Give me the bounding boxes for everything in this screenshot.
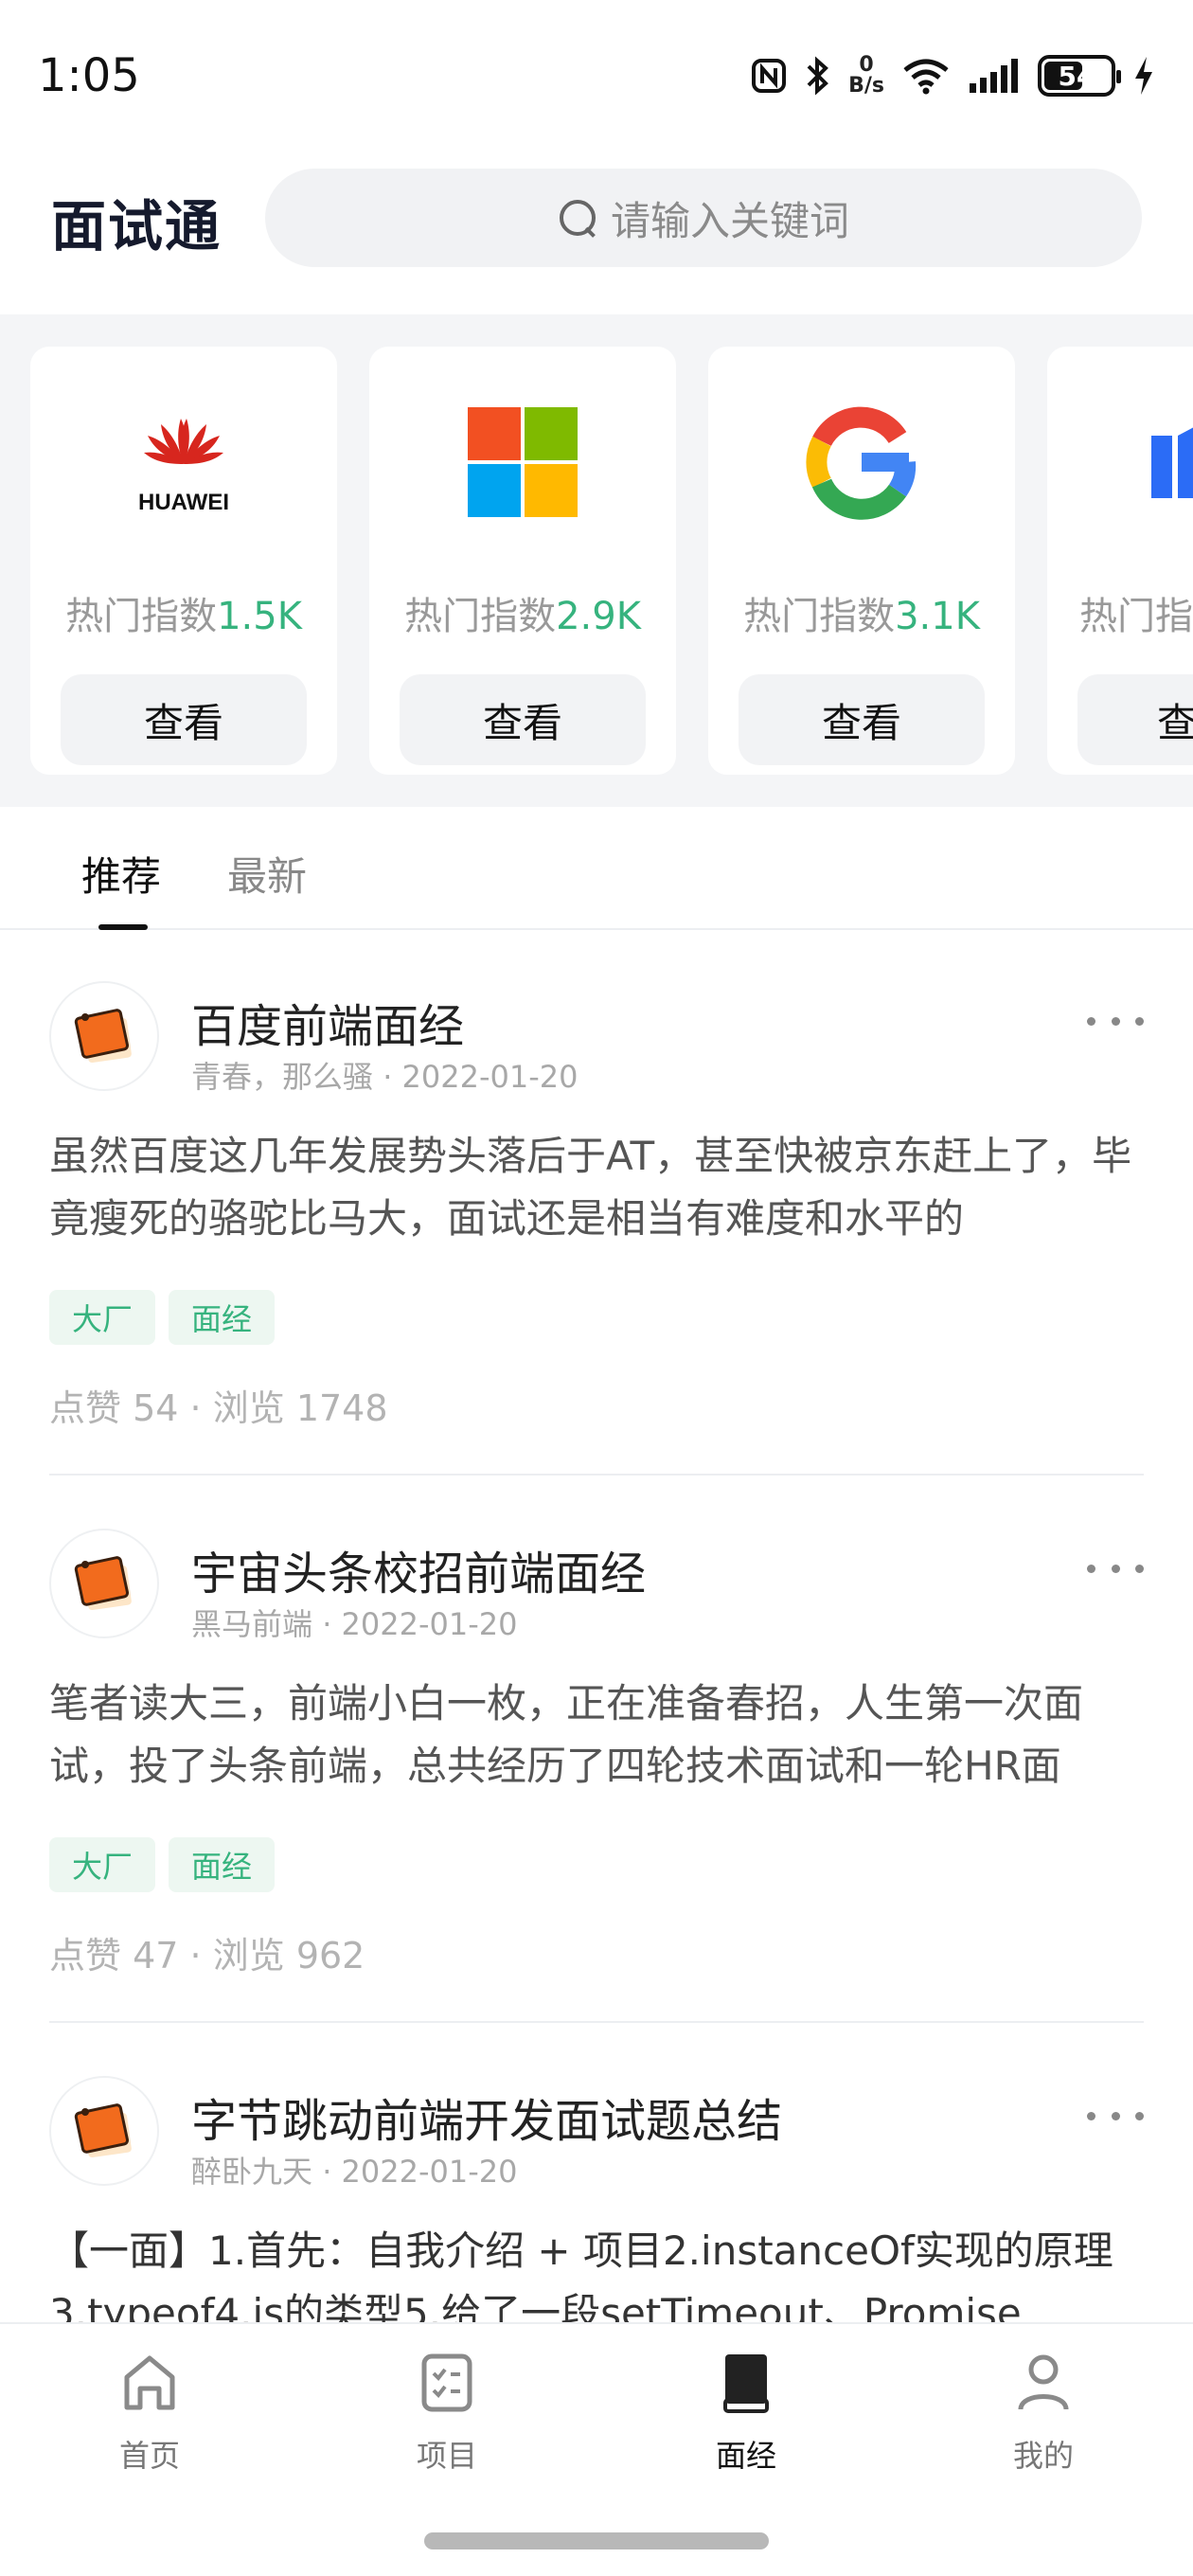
more-icon[interactable] — [1087, 1002, 1144, 1040]
company-card-microsoft[interactable]: 热门指数2.9K 查看 — [369, 347, 676, 775]
note-avatar-icon — [74, 1009, 132, 1064]
battery-percent: 54 — [1058, 60, 1095, 92]
checklist-icon — [421, 2353, 472, 2412]
signal-icon — [970, 59, 1018, 93]
search-input[interactable]: 请输入关键词 — [611, 189, 849, 247]
post-title[interactable]: 宇宙头条校招前端面经 — [191, 1536, 646, 1602]
bluetooth-icon — [807, 56, 829, 96]
post-stats: 点赞 54 · 浏览 1748 — [49, 1387, 388, 1429]
post-title[interactable]: 字节跳动前端开发面试题总结 — [191, 2084, 782, 2150]
search-icon — [558, 198, 597, 238]
nav-item-profile[interactable]: 我的 — [949, 2345, 1138, 2496]
partial-logo — [1151, 427, 1193, 498]
battery-icon: 54 — [1038, 55, 1121, 97]
company-card-google[interactable]: 热门指数3.1K 查看 — [708, 347, 1015, 775]
home-indicator[interactable] — [424, 2532, 769, 2549]
more-icon[interactable] — [1087, 1549, 1144, 1587]
huawei-logo: HUAWEI — [138, 419, 229, 515]
post-tags: 大厂 面经 — [49, 1837, 276, 1892]
heat-index: 热门指数 — [1079, 595, 1193, 638]
avatar — [49, 1529, 159, 1638]
view-button[interactable]: 查看 — [61, 674, 307, 765]
heat-index: 热门指数1.5K — [65, 595, 302, 638]
microsoft-logo — [468, 407, 578, 517]
post-tags: 大厂 面经 — [49, 1290, 276, 1345]
status-time: 1:05 — [38, 49, 140, 102]
nav-item-projects[interactable]: 项目 — [352, 2345, 542, 2496]
user-icon — [1018, 2354, 1069, 2410]
status-icons: 0 B/s 54 — [750, 49, 1155, 102]
avatar — [49, 2076, 159, 2186]
divider — [49, 1474, 1144, 1476]
feed-tabs: 推荐 最新 — [0, 807, 1193, 930]
post-body[interactable]: 虽然百度这几年发展势头落后于AT，甚至快被京东赶上了，毕竟瘦死的骆驼比马大，面试… — [49, 1125, 1144, 1250]
book-icon — [723, 2354, 769, 2413]
divider — [49, 2021, 1144, 2023]
nav-label: 面经 — [715, 2438, 776, 2474]
heat-index: 热门指数2.9K — [404, 595, 641, 638]
search-bar[interactable]: 请输入关键词 — [265, 169, 1142, 267]
view-button[interactable]: 查看 — [400, 674, 646, 765]
tab-indicator — [98, 924, 148, 930]
post-meta: 青春，那么骚 · 2022-01-20 — [191, 1059, 579, 1095]
app-title: 面试通 — [51, 194, 223, 259]
note-avatar-icon — [74, 1556, 132, 1611]
more-icon[interactable] — [1087, 2097, 1144, 2135]
status-bar: 1:05 0 B/s 54 — [0, 0, 1193, 152]
tab-recommend[interactable]: 推荐 — [81, 845, 161, 903]
avatar — [49, 981, 159, 1091]
tag[interactable]: 面经 — [169, 1837, 276, 1892]
nav-label: 项目 — [416, 2438, 477, 2474]
tag[interactable]: 大厂 — [49, 1837, 156, 1892]
network-speed: 0 B/s — [848, 53, 884, 98]
view-button[interactable]: 查看 — [1077, 674, 1193, 765]
post-stats: 点赞 47 · 浏览 962 — [49, 1935, 365, 1977]
tag[interactable]: 大厂 — [49, 1290, 156, 1345]
post-body[interactable]: 【一面】1.首先：自我介绍 + 项目2.instanceOf实现的原理3.typ… — [49, 2220, 1144, 2322]
post-card[interactable]: 宇宙头条校招前端面经 黑马前端 · 2022-01-20 笔者读大三，前端小白一… — [49, 1529, 1144, 2025]
tab-latest[interactable]: 最新 — [227, 845, 307, 903]
post-card[interactable]: 字节跳动前端开发面试题总结 醉卧九天 · 2022-01-20 【一面】1.首先… — [49, 2076, 1144, 2322]
home-icon — [124, 2355, 175, 2410]
post-card[interactable]: 百度前端面经 青春，那么骚 · 2022-01-20 虽然百度这几年发展势头落后… — [49, 981, 1144, 1477]
post-title[interactable]: 百度前端面经 — [191, 989, 464, 1055]
header: 面试通 请输入关键词 — [0, 161, 1193, 275]
charging-icon — [1135, 57, 1152, 95]
heat-index: 热门指数3.1K — [743, 595, 980, 638]
tag[interactable]: 面经 — [169, 1290, 276, 1345]
wifi-icon — [903, 59, 949, 95]
nfc-icon — [752, 59, 787, 93]
nav-label: 我的 — [1012, 2438, 1074, 2474]
post-meta: 醉卧九天 · 2022-01-20 — [191, 2154, 518, 2190]
post-body[interactable]: 笔者读大三，前端小白一枚，正在准备春招，人生第一次面试，投了头条前端，总共经历了… — [49, 1673, 1144, 1798]
nav-label: 首页 — [118, 2438, 180, 2474]
company-card-huawei[interactable]: HUAWEI 热门指数1.5K 查看 — [30, 347, 337, 775]
company-carousel[interactable]: HUAWEI 热门指数1.5K 查看 热门指数2.9K 查看 热门指数3.1K … — [0, 314, 1193, 807]
google-logo — [806, 406, 917, 520]
post-meta: 黑马前端 · 2022-01-20 — [191, 1606, 518, 1642]
company-card-partial[interactable]: 热门指数 查看 — [1047, 347, 1193, 775]
nav-item-home[interactable]: 首页 — [55, 2345, 244, 2496]
note-avatar-icon — [74, 2103, 132, 2158]
nav-item-interviews[interactable]: 面经 — [651, 2345, 841, 2496]
view-button[interactable]: 查看 — [739, 674, 985, 765]
svg-text:HUAWEI: HUAWEI — [138, 490, 229, 515]
